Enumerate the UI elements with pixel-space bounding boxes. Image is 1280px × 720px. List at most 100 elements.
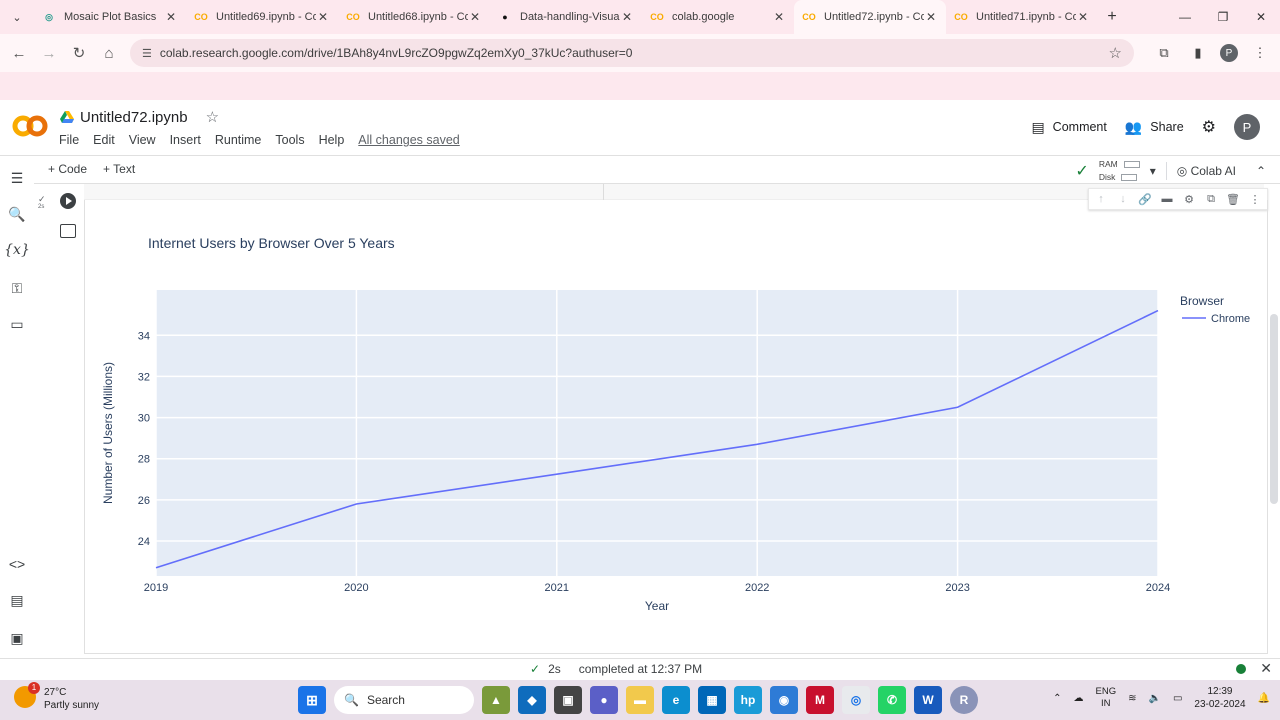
close-tab-icon[interactable]: ✕	[1076, 10, 1090, 24]
colab-logo-icon[interactable]	[12, 112, 48, 140]
close-tab-icon[interactable]: ✕	[772, 10, 786, 24]
browser-tab[interactable]: CO Untitled71.ipynb - Co ✕	[946, 0, 1098, 34]
code-cell-bottom-edge[interactable]	[84, 184, 1264, 200]
ms-store-icon[interactable]: ▦	[698, 686, 726, 714]
bookmark-star-icon[interactable]: ☆	[1109, 44, 1122, 62]
notification-bell-icon[interactable]: 🔔	[1258, 693, 1270, 704]
new-tab-button[interactable]: +	[1098, 8, 1126, 26]
mosaic-icon: ◎	[45, 11, 53, 22]
minimize-icon[interactable]: —	[1166, 0, 1204, 34]
legend-item-label: Chrome	[1211, 313, 1250, 325]
save-status-link[interactable]: All changes saved	[358, 133, 459, 147]
runtime-dropdown-icon[interactable]: ▾	[1150, 164, 1156, 178]
files-folder-icon[interactable]: ▭	[7, 314, 27, 334]
execution-status[interactable]: ✓ 2s completed at 12:37 PM	[530, 662, 702, 676]
r-app-icon[interactable]: R	[950, 686, 978, 714]
onedrive-icon[interactable]: ☁	[1074, 693, 1084, 704]
x-tick-label: 2024	[1146, 582, 1170, 594]
legend[interactable]: Chrome	[1182, 313, 1250, 325]
tab-search-chevron-icon[interactable]: ⌄	[0, 0, 34, 34]
volume-icon[interactable]: 🔈	[1148, 693, 1160, 704]
browser-tab[interactable]: CO colab.google ✕	[642, 0, 794, 34]
forward-icon[interactable]: →	[34, 38, 64, 68]
chrome-icon[interactable]: ◎	[842, 686, 870, 714]
close-tab-icon[interactable]: ✕	[316, 10, 330, 24]
windows-start-icon[interactable]: ⊞	[298, 686, 326, 714]
taskbar-apps: ⊞ 🔍 Search ▲ ◆ ▣ ● ▬ e ▦ hp ◉ M ◎ ✆ W R	[298, 686, 978, 714]
menu-help[interactable]: Help	[319, 133, 345, 147]
settings-gear-icon[interactable]: ⚙	[1202, 117, 1216, 137]
taskbar-search[interactable]: 🔍 Search	[334, 686, 474, 714]
profile-avatar[interactable]: P	[1220, 44, 1238, 62]
task-view-icon[interactable]: ▣	[554, 686, 582, 714]
browser-menu-icon[interactable]: ⋮	[1248, 38, 1272, 68]
close-tab-icon[interactable]: ✕	[620, 10, 634, 24]
windows-taskbar: 1 27°C Partly sunny ⊞ 🔍 Search ▲ ◆ ▣ ● ▬ …	[0, 680, 1280, 720]
code-snippets-icon[interactable]: <>	[7, 554, 27, 574]
clock[interactable]: 12:39 23-02-2024	[1194, 685, 1245, 711]
browser-tab[interactable]: CO Untitled68.ipynb - Co ✕	[338, 0, 490, 34]
back-icon[interactable]: ←	[4, 38, 34, 68]
site-info-icon[interactable]: ☰	[142, 47, 152, 60]
hp-app-icon[interactable]: hp	[734, 686, 762, 714]
language-indicator[interactable]: ENG IN	[1096, 686, 1117, 710]
browser-tab[interactable]: ● Data-handling-Visua ✕	[490, 0, 642, 34]
add-code-cell-button[interactable]: + Code	[48, 162, 87, 176]
close-status-icon[interactable]: ✕	[1260, 660, 1272, 677]
secrets-key-icon[interactable]: ⚿	[7, 278, 27, 298]
copilot-icon[interactable]: ◆	[518, 686, 546, 714]
wifi-icon[interactable]: ≋	[1128, 693, 1136, 704]
weather-widget[interactable]: 1 27°C Partly sunny	[14, 682, 99, 712]
side-panel-icon[interactable]: ▮	[1186, 38, 1210, 68]
menu-tools[interactable]: Tools	[275, 133, 304, 147]
mcafee-icon[interactable]: M	[806, 686, 834, 714]
maximize-icon[interactable]: ❐	[1204, 0, 1242, 34]
table-of-contents-icon[interactable]: ☰	[7, 168, 27, 188]
word-icon[interactable]: W	[914, 686, 942, 714]
menu-view[interactable]: View	[129, 133, 156, 147]
close-tab-icon[interactable]: ✕	[924, 10, 938, 24]
widgets-app-icon[interactable]: ▲	[482, 686, 510, 714]
terminal-icon[interactable]: ▣	[7, 628, 27, 648]
comment-button[interactable]: ▤ Comment	[1031, 119, 1106, 136]
tray-overflow-icon[interactable]: ⌃	[1053, 693, 1061, 704]
python-icon[interactable]: ◉	[770, 686, 798, 714]
add-text-cell-button[interactable]: + Text	[103, 162, 135, 176]
menu-file[interactable]: File	[59, 133, 79, 147]
url-text: colab.research.google.com/drive/1BAh8y4n…	[159, 46, 633, 60]
menu-edit[interactable]: Edit	[93, 133, 115, 147]
run-cell-button[interactable]	[60, 193, 76, 209]
find-search-icon[interactable]: 🔍	[7, 204, 27, 224]
close-tab-icon[interactable]: ✕	[468, 10, 482, 24]
output-actions-icon[interactable]	[60, 224, 76, 238]
teams-chat-icon[interactable]: ●	[590, 686, 618, 714]
share-button[interactable]: 👥 Share	[1125, 119, 1184, 136]
url-omnibox[interactable]: ☰ colab.research.google.com/drive/1BAh8y…	[130, 39, 1134, 67]
weather-badge: 1	[28, 682, 40, 694]
menu-runtime[interactable]: Runtime	[215, 133, 262, 147]
menu-insert[interactable]: Insert	[170, 133, 201, 147]
toolbar-divider	[1165, 162, 1167, 180]
close-tab-icon[interactable]: ✕	[164, 10, 178, 24]
file-explorer-icon[interactable]: ▬	[626, 686, 654, 714]
edge-browser-icon[interactable]: e	[662, 686, 690, 714]
account-avatar[interactable]: P	[1234, 114, 1260, 140]
close-window-icon[interactable]: ✕	[1242, 0, 1280, 34]
reload-icon[interactable]: ↻	[64, 38, 94, 68]
collapse-header-icon[interactable]: ⌃	[1256, 164, 1266, 178]
colab-ai-button[interactable]: ◎ Colab AI	[1177, 164, 1236, 178]
legend-title: Browser	[1180, 294, 1224, 308]
variables-icon[interactable]: {x}	[4, 240, 30, 260]
ram-disk-indicator[interactable]: RAM Disk	[1099, 158, 1140, 184]
star-notebook-icon[interactable]: ☆	[206, 108, 219, 126]
home-icon[interactable]: ⌂	[94, 38, 124, 68]
command-palette-icon[interactable]: ▤	[7, 590, 27, 610]
notebook-title[interactable]: Untitled72.ipynb	[80, 109, 188, 126]
browser-tab[interactable]: ◎ Mosaic Plot Basics ✕	[34, 0, 186, 34]
scrollbar-thumb[interactable]	[1270, 314, 1278, 504]
battery-icon[interactable]: ▭	[1173, 693, 1182, 704]
whatsapp-icon[interactable]: ✆	[878, 686, 906, 714]
extensions-icon[interactable]: ⧉	[1152, 38, 1176, 68]
browser-tab[interactable]: CO Untitled72.ipynb - Co ✕	[794, 0, 946, 34]
browser-tab[interactable]: CO Untitled69.ipynb - Co ✕	[186, 0, 338, 34]
